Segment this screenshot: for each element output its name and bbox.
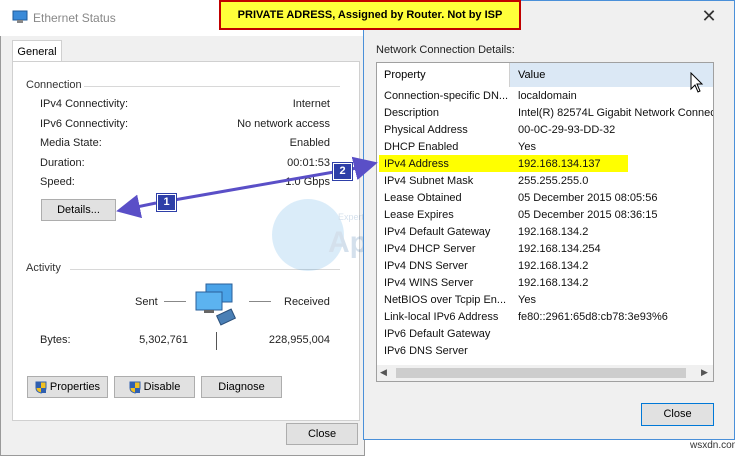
source-watermark-text: wsxdn.com bbox=[690, 440, 735, 451]
annotation-arrows bbox=[116, 156, 378, 219]
arrow-to-details bbox=[116, 194, 157, 219]
step-2-badge: 2 bbox=[333, 163, 352, 180]
step-1-badge: 1 bbox=[157, 194, 176, 211]
arrow-to-ipv4 bbox=[351, 156, 378, 181]
arrow-connector bbox=[173, 170, 335, 202]
